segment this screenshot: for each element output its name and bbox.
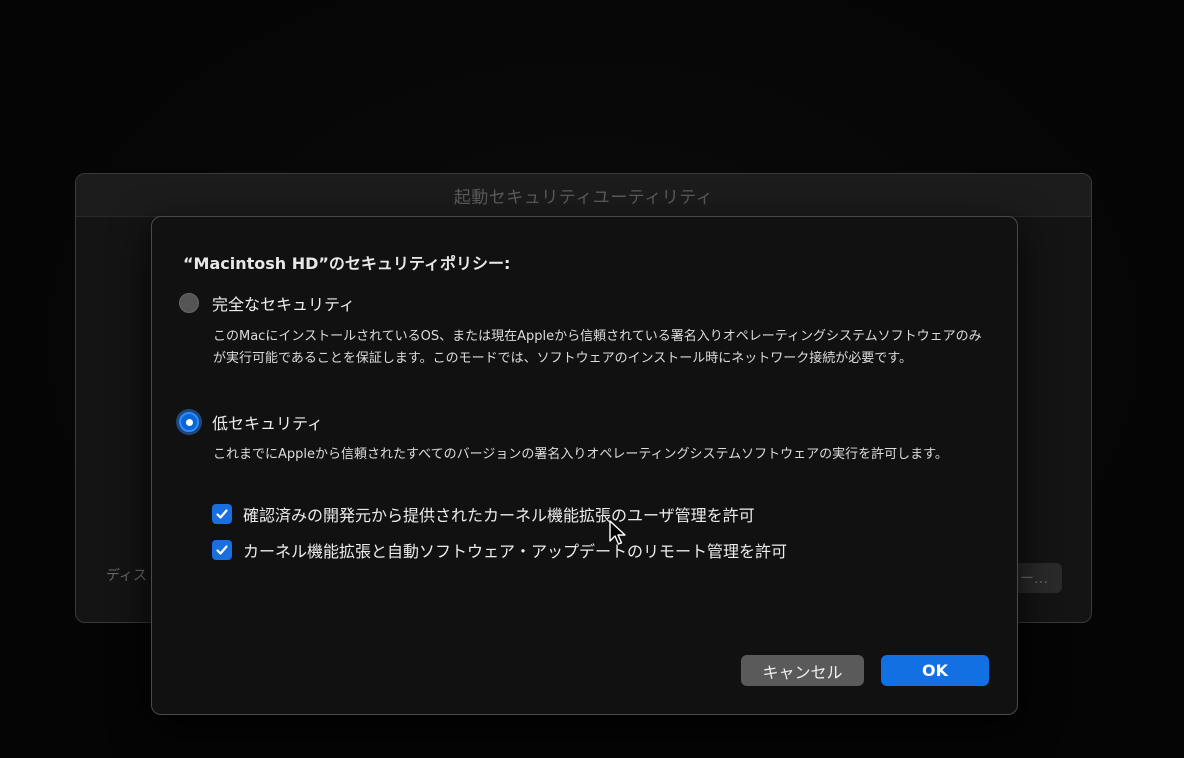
kext-user-management-option[interactable]: 確認済みの開発元から提供されたカーネル機能拡張のユーザ管理を許可 [212, 502, 755, 526]
kext-user-management-label: 確認済みの開発元から提供されたカーネル機能拡張のユーザ管理を許可 [243, 506, 755, 525]
reduced-security-radio[interactable] [179, 412, 199, 432]
remote-management-option[interactable]: カーネル機能拡張と自動ソフトウェア・アップデートのリモート管理を許可 [212, 538, 787, 562]
screen: 起動セキュリティユーティリティ ディス ー… “Macintosh HD”のセキ… [0, 0, 1184, 758]
full-security-radio[interactable] [179, 293, 199, 313]
reduced-security-description: これまでにAppleから信頼されたすべてのバージョンの署名入りオペレーティングシ… [213, 447, 948, 462]
full-security-description: このMacにインストールされているOS、または現在Appleから信頼されている署… [213, 329, 982, 366]
full-security-option[interactable]: 完全なセキュリティ [179, 291, 355, 315]
radio-dot-icon [185, 418, 193, 426]
remote-management-label: カーネル機能拡張と自動ソフトウェア・アップデートのリモート管理を許可 [243, 542, 788, 561]
window-titlebar: 起動セキュリティユーティリティ [76, 174, 1091, 217]
kext-user-management-checkbox[interactable] [212, 504, 232, 524]
dialog-heading: “Macintosh HD”のセキュリティポリシー: [183, 254, 511, 273]
checkmark-icon [216, 545, 228, 555]
security-policy-sheet: “Macintosh HD”のセキュリティポリシー: 完全なセキュリティ このM… [151, 216, 1018, 715]
full-security-label: 完全なセキュリティ [212, 295, 356, 314]
window-title: 起動セキュリティユーティリティ [453, 187, 714, 208]
background-label: ディス [106, 568, 148, 584]
reduced-security-label: 低セキュリティ [212, 414, 324, 433]
cancel-button[interactable]: キャンセル [741, 655, 864, 686]
ok-button[interactable]: OK [881, 655, 989, 686]
reduced-security-option[interactable]: 低セキュリティ [179, 410, 323, 434]
remote-management-checkbox[interactable] [212, 540, 232, 560]
checkmark-icon [216, 509, 228, 519]
